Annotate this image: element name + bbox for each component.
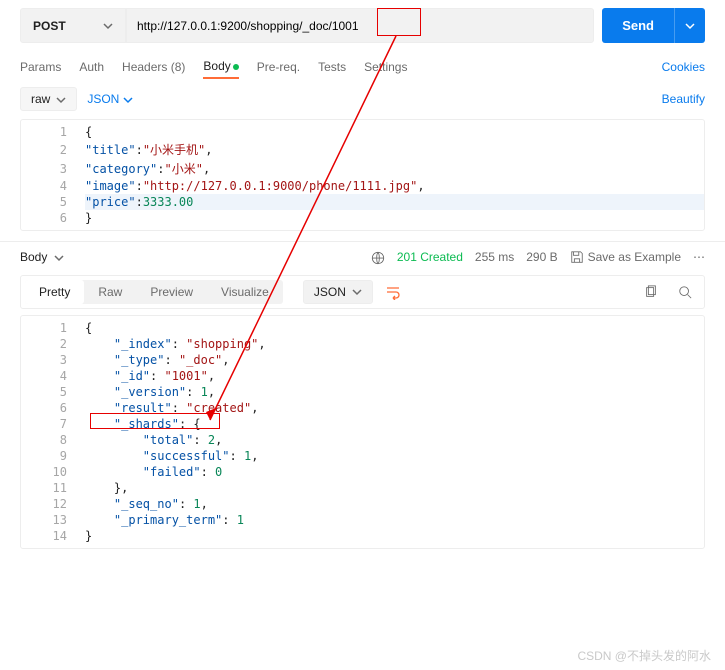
chevron-down-icon (123, 92, 133, 106)
response-size: 290 B (526, 250, 557, 264)
response-body-viewer[interactable]: 1{ 2 "_index": "shopping", 3 "_type": "_… (20, 315, 705, 549)
body-controls: raw JSON Beautify (20, 87, 705, 111)
send-button[interactable]: Send (602, 8, 674, 43)
wrap-lines-icon[interactable] (377, 280, 409, 304)
watermark: CSDN @不掉头发的阿水 (577, 647, 711, 664)
status-code: 201 Created (397, 250, 463, 264)
tab-headers[interactable]: Headers (8) (122, 56, 185, 78)
http-method-select[interactable]: POST (20, 8, 126, 43)
tab-visualize[interactable]: Visualize (207, 280, 283, 304)
save-example-button[interactable]: Save as Example (570, 250, 681, 264)
search-icon[interactable] (670, 280, 700, 303)
tab-params[interactable]: Params (20, 56, 61, 78)
request-body-editor[interactable]: 1{ 2"title":"小米手机", 3"category":"小米", 4"… (20, 119, 705, 231)
cookies-link[interactable]: Cookies (662, 60, 705, 74)
tab-settings[interactable]: Settings (364, 56, 407, 78)
tab-preview[interactable]: Preview (136, 280, 207, 304)
response-view-tabs: Pretty Raw Preview Visualize JSON (20, 275, 705, 309)
request-tabs: Params Auth Headers (8) Body Pre-req. Te… (20, 55, 705, 79)
copy-icon[interactable] (636, 280, 666, 303)
response-section-select[interactable]: Body (20, 250, 64, 264)
send-button-group: Send (602, 8, 705, 43)
globe-icon[interactable] (371, 250, 385, 265)
tab-raw[interactable]: Raw (84, 280, 136, 304)
unsaved-dot-icon (233, 64, 239, 70)
response-time: 255 ms (475, 250, 514, 264)
body-language-select[interactable]: JSON (87, 92, 133, 106)
url-input[interactable] (126, 8, 594, 43)
body-mode-select[interactable]: raw (20, 87, 77, 111)
http-method-label: POST (33, 19, 66, 33)
tab-pretty[interactable]: Pretty (25, 280, 84, 304)
chevron-down-icon (56, 92, 66, 106)
more-options-icon[interactable]: ⋯ (693, 250, 705, 264)
beautify-link[interactable]: Beautify (662, 92, 705, 106)
response-format-select[interactable]: JSON (303, 280, 373, 304)
send-dropdown-button[interactable] (674, 8, 705, 43)
tab-auth[interactable]: Auth (79, 56, 104, 78)
chevron-down-icon (103, 19, 113, 33)
tab-tests[interactable]: Tests (318, 56, 346, 78)
tab-pre-req[interactable]: Pre-req. (257, 56, 300, 78)
request-row: POST Send (20, 8, 705, 43)
chevron-down-icon (685, 18, 695, 33)
tab-body[interactable]: Body (203, 55, 238, 79)
response-header: Body 201 Created 255 ms 290 B Save as Ex… (20, 250, 705, 265)
